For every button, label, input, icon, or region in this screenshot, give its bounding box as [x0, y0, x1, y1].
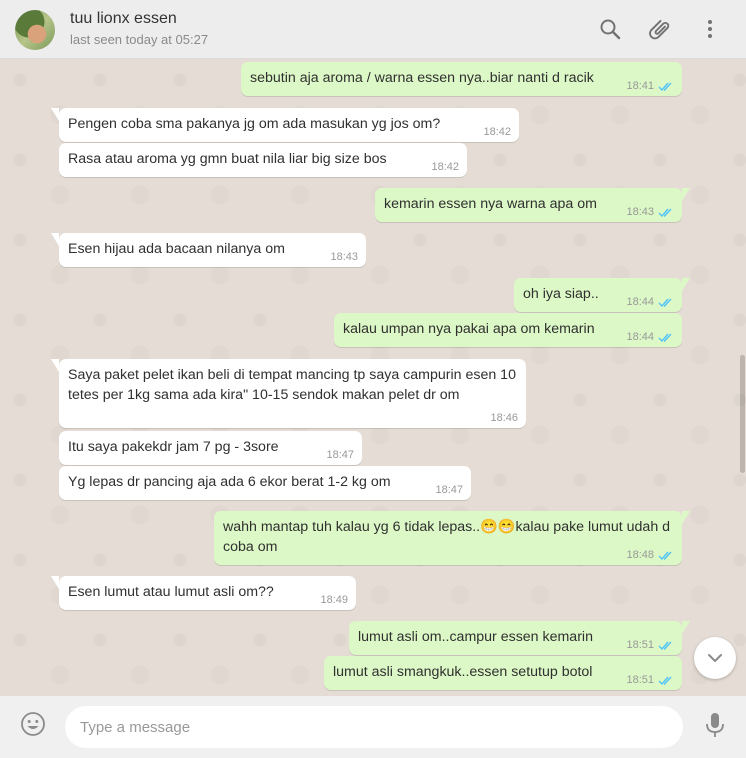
read-ticks-icon — [658, 551, 672, 561]
message-text: sebutin aja aroma / warna essen nya..bia… — [250, 70, 594, 86]
menu-icon[interactable] — [698, 17, 722, 41]
message-bubble-outgoing[interactable]: sebutin aja aroma / warna essen nya..bia… — [241, 62, 682, 96]
message-text: Itu saya pakekdr jam 7 pg - 3sore — [68, 439, 279, 455]
message-time: 18:47 — [326, 449, 354, 461]
message-bubble-outgoing[interactable]: lumut asli om..campur essen kemarin 18:5… — [349, 621, 690, 655]
emoji-icon[interactable] — [20, 711, 46, 737]
message-composer — [0, 696, 746, 758]
message-time: 18:51 — [626, 639, 654, 651]
read-ticks-icon — [658, 82, 672, 92]
message-text: Rasa atau aroma yg gmn buat nila liar bi… — [68, 151, 387, 167]
message-bubble-incoming[interactable]: Saya paket pelet ikan beli di tempat man… — [51, 359, 526, 428]
message-bubble-outgoing[interactable]: lumut asli smangkuk..essen setutup botol… — [324, 656, 682, 690]
scroll-to-bottom-button[interactable] — [694, 637, 736, 679]
message-time: 18:48 — [626, 549, 654, 561]
chat-scrollbar[interactable] — [740, 355, 745, 473]
message-time: 18:51 — [626, 674, 654, 686]
message-bubble-incoming[interactable]: Pengen coba sma pakanya jg om ada masuka… — [51, 108, 519, 142]
message-time: 18:43 — [330, 251, 358, 263]
message-text: kalau umpan nya pakai apa om kemarin — [343, 321, 595, 337]
microphone-icon[interactable] — [704, 712, 726, 738]
message-time: 18:44 — [626, 296, 654, 308]
message-input[interactable] — [65, 706, 683, 748]
message-text: lumut asli smangkuk..essen setutup botol — [333, 664, 593, 680]
read-ticks-icon — [658, 208, 672, 218]
message-time: 18:42 — [483, 126, 511, 138]
search-icon[interactable] — [598, 17, 622, 41]
message-bubble-incoming[interactable]: Esen hijau ada bacaan nilanya om 18:43 — [51, 233, 366, 267]
message-bubble-incoming[interactable]: Rasa atau aroma yg gmn buat nila liar bi… — [59, 143, 467, 177]
message-time: 18:47 — [435, 484, 463, 496]
message-bubble-incoming[interactable]: Itu saya pakekdr jam 7 pg - 3sore 18:47 — [59, 431, 362, 465]
contact-avatar[interactable] — [15, 10, 55, 50]
read-ticks-icon — [658, 333, 672, 343]
message-list[interactable]: sebutin aja aroma / warna essen nya..bia… — [0, 60, 746, 696]
last-seen-status: last seen today at 05:27 — [70, 32, 209, 47]
message-bubble-incoming[interactable]: Esen lumut atau lumut asli om?? 18:49 — [51, 576, 356, 610]
chat-header: tuu lionx essen last seen today at 05:27 — [0, 0, 746, 59]
message-time: 18:43 — [626, 206, 654, 218]
chevron-down-icon — [708, 654, 722, 662]
message-bubble-outgoing[interactable]: wahh mantap tuh kalau yg 6 tidak lepas..… — [214, 511, 690, 565]
attach-icon[interactable] — [648, 17, 672, 41]
message-text: Esen lumut atau lumut asli om?? — [68, 584, 274, 600]
message-time: 18:46 — [490, 412, 518, 424]
read-ticks-icon — [658, 298, 672, 308]
message-time: 18:44 — [626, 331, 654, 343]
message-text: Saya paket pelet ikan beli di tempat man… — [68, 367, 520, 403]
message-text: Esen hijau ada bacaan nilanya om — [68, 241, 285, 257]
message-bubble-incoming[interactable]: Yg lepas dr pancing aja ada 6 ekor berat… — [59, 466, 471, 500]
message-bubble-outgoing[interactable]: kalau umpan nya pakai apa om kemarin 18:… — [334, 313, 682, 347]
message-text: wahh mantap tuh kalau yg 6 tidak lepas..… — [223, 519, 674, 555]
message-time: 18:42 — [431, 161, 459, 173]
message-bubble-outgoing[interactable]: kemarin essen nya warna apa om 18:43 — [375, 188, 690, 222]
message-text: Yg lepas dr pancing aja ada 6 ekor berat… — [68, 474, 391, 490]
read-ticks-icon — [658, 676, 672, 686]
message-bubble-outgoing[interactable]: oh iya siap.. 18:44 — [514, 278, 690, 312]
contact-name[interactable]: tuu lionx essen — [70, 10, 177, 28]
message-time: 18:41 — [626, 80, 654, 92]
message-text: Pengen coba sma pakanya jg om ada masuka… — [68, 116, 441, 132]
read-ticks-icon — [658, 641, 672, 651]
message-time: 18:49 — [320, 594, 348, 606]
